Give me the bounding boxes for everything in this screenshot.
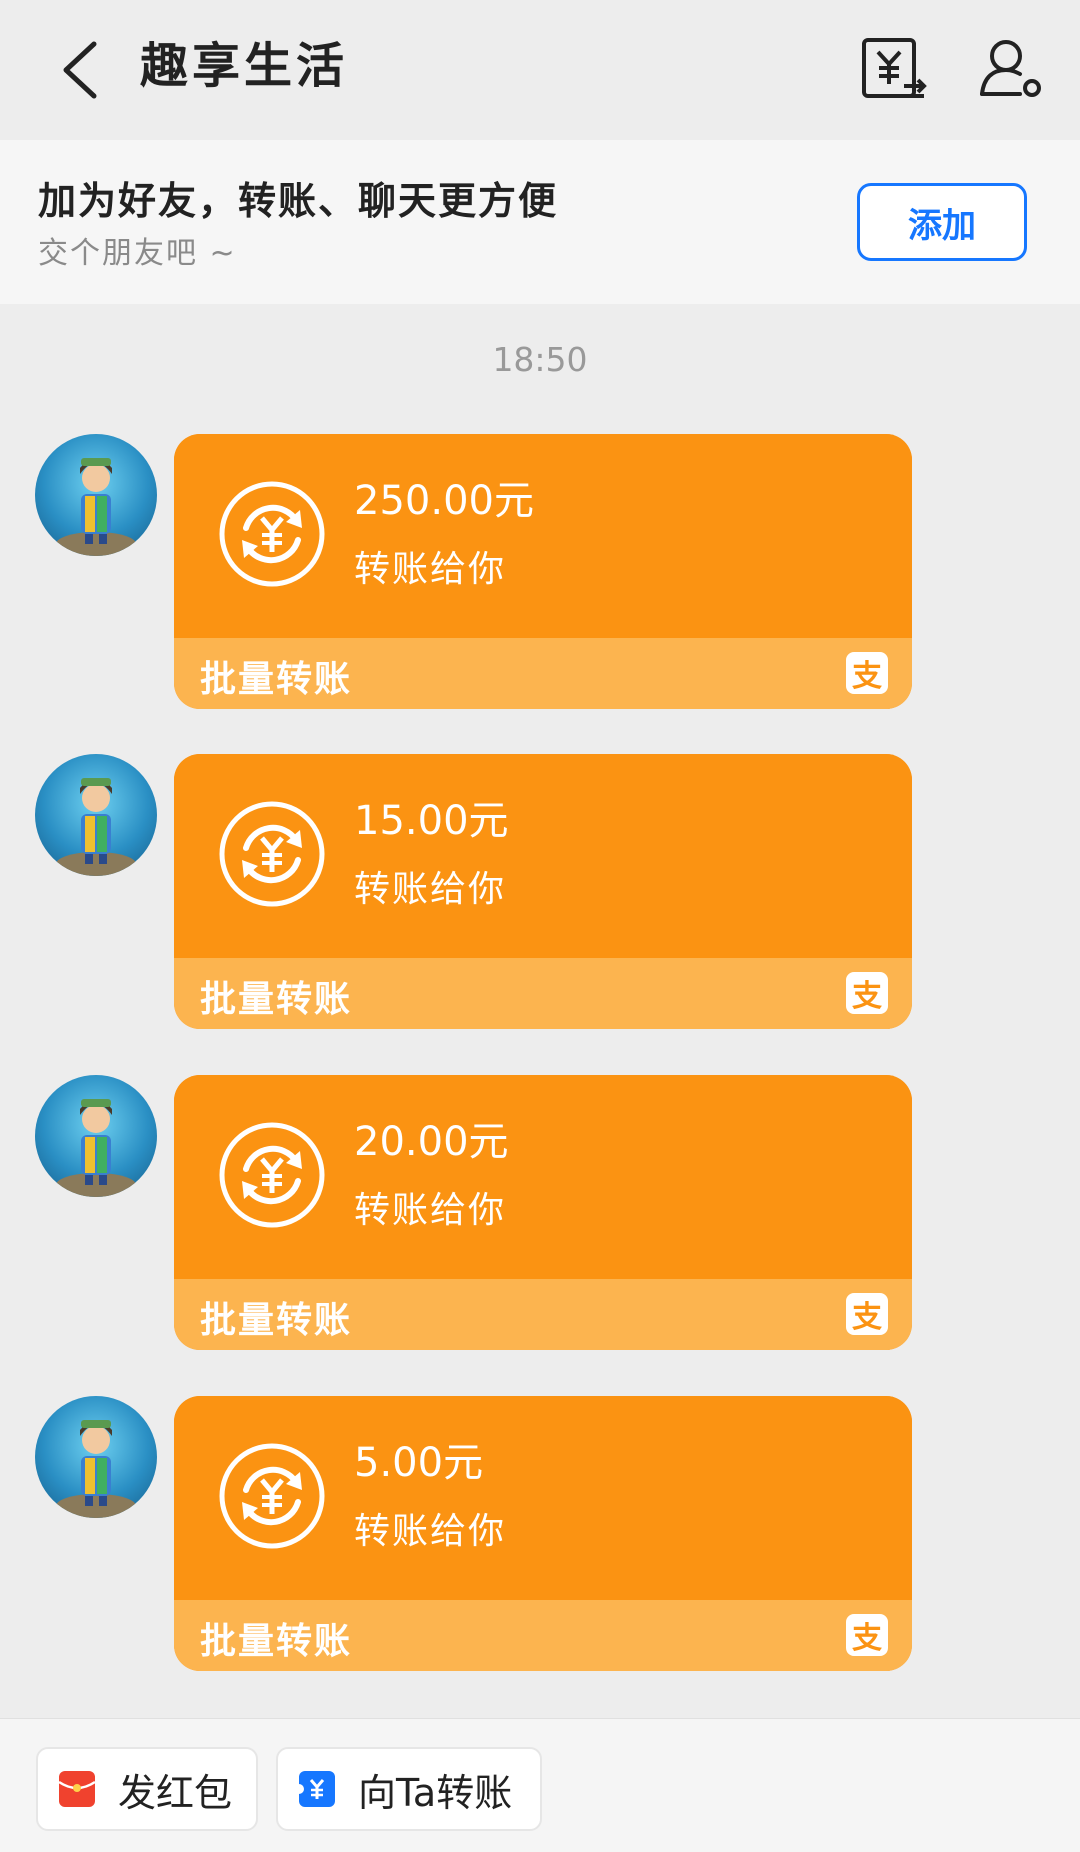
top-nav-bar: 趣享生活 [0, 0, 1080, 140]
avatar[interactable] [35, 434, 157, 556]
alipay-icon: 支 [846, 972, 888, 1014]
add-friend-button[interactable]: 添加 [857, 183, 1027, 261]
yuan-circle-icon [219, 1443, 325, 1549]
transfer-amount: 250.00元 [354, 478, 534, 524]
add-friend-banner: 加为好友，转账、聊天更方便 交个朋友吧 ~ 添加 [0, 140, 1080, 304]
yuan-transfer-icon [862, 38, 927, 98]
transfer-amount: 15.00元 [354, 798, 509, 844]
transfer-amount: 20.00元 [354, 1119, 509, 1165]
banner-title: 加为好友，转账、聊天更方便 [38, 179, 559, 223]
transfer-description: 转账给你 [354, 869, 507, 910]
chat-title: 趣享生活 [140, 38, 349, 94]
yuan-circle-icon [219, 481, 325, 587]
alipay-icon: 支 [846, 652, 888, 694]
yuan-circle-icon [219, 801, 325, 907]
card-footer: 批量转账 支 [174, 638, 912, 709]
message-timestamp: 18:50 [492, 340, 588, 379]
red-packet-label: 发红包 [118, 1770, 233, 1815]
banner-subtitle: 交个朋友吧 ~ [38, 236, 237, 271]
avatar-figure [56, 778, 136, 876]
transfer-message: 250.00元 转账给你 批量转账 支 [0, 434, 1080, 709]
chat-screen: 趣享生活 加为好友，转账、聊天更方便 交个朋友吧 ~ 添加 18:50 250.… [0, 0, 1080, 1852]
transfer-card[interactable]: 250.00元 转账给你 批量转账 支 [174, 434, 912, 709]
transfer-message: 15.00元 转账给你 批量转账 支 [0, 754, 1080, 1029]
transfer-description: 转账给你 [354, 1190, 507, 1231]
avatar[interactable] [35, 1396, 157, 1518]
avatar-figure [56, 1420, 136, 1518]
back-button[interactable] [40, 30, 120, 110]
red-packet-icon [58, 1771, 96, 1807]
avatar[interactable] [35, 754, 157, 876]
card-footer: 批量转账 支 [174, 958, 912, 1029]
transfer-card[interactable]: 20.00元 转账给你 批量转账 支 [174, 1075, 912, 1350]
alipay-icon: 支 [846, 1293, 888, 1335]
transfer-to-ta-label: 向Ta转账 [358, 1770, 513, 1815]
card-footer: 批量转账 支 [174, 1279, 912, 1350]
batch-transfer-label: 批量转账 [200, 979, 353, 1020]
batch-transfer-label: 批量转账 [200, 1621, 353, 1662]
profile-settings-button[interactable] [968, 26, 1054, 112]
yuan-ticket-icon [296, 1771, 335, 1807]
yuan-circle-icon [219, 1122, 325, 1228]
card-body: 5.00元 转账给你 [174, 1396, 912, 1600]
card-body: 20.00元 转账给你 [174, 1075, 912, 1279]
chevron-left-icon [63, 41, 97, 99]
transfer-record-button[interactable] [850, 26, 936, 112]
card-body: 15.00元 转账给你 [174, 754, 912, 958]
card-body: 250.00元 转账给你 [174, 434, 912, 638]
bottom-action-bar: 发红包 向Ta转账 [0, 1718, 1080, 1852]
transfer-description: 转账给你 [354, 549, 507, 590]
alipay-icon: 支 [846, 1614, 888, 1656]
transfer-description: 转账给你 [354, 1511, 507, 1552]
batch-transfer-label: 批量转账 [200, 1300, 353, 1341]
transfer-card[interactable]: 5.00元 转账给你 批量转账 支 [174, 1396, 912, 1671]
avatar-figure [56, 1099, 136, 1197]
transfer-message: 20.00元 转账给你 批量转账 支 [0, 1075, 1080, 1350]
send-red-packet-button[interactable]: 发红包 [36, 1747, 258, 1831]
avatar[interactable] [35, 1075, 157, 1197]
avatar-figure [56, 458, 136, 556]
card-footer: 批量转账 支 [174, 1600, 912, 1671]
transfer-card[interactable]: 15.00元 转账给你 批量转账 支 [174, 754, 912, 1029]
transfer-amount: 5.00元 [354, 1440, 484, 1486]
transfer-to-ta-button[interactable]: 向Ta转账 [276, 1747, 542, 1831]
user-settings-icon [980, 40, 1041, 97]
batch-transfer-label: 批量转账 [200, 659, 353, 700]
transfer-message: 5.00元 转账给你 批量转账 支 [0, 1396, 1080, 1671]
